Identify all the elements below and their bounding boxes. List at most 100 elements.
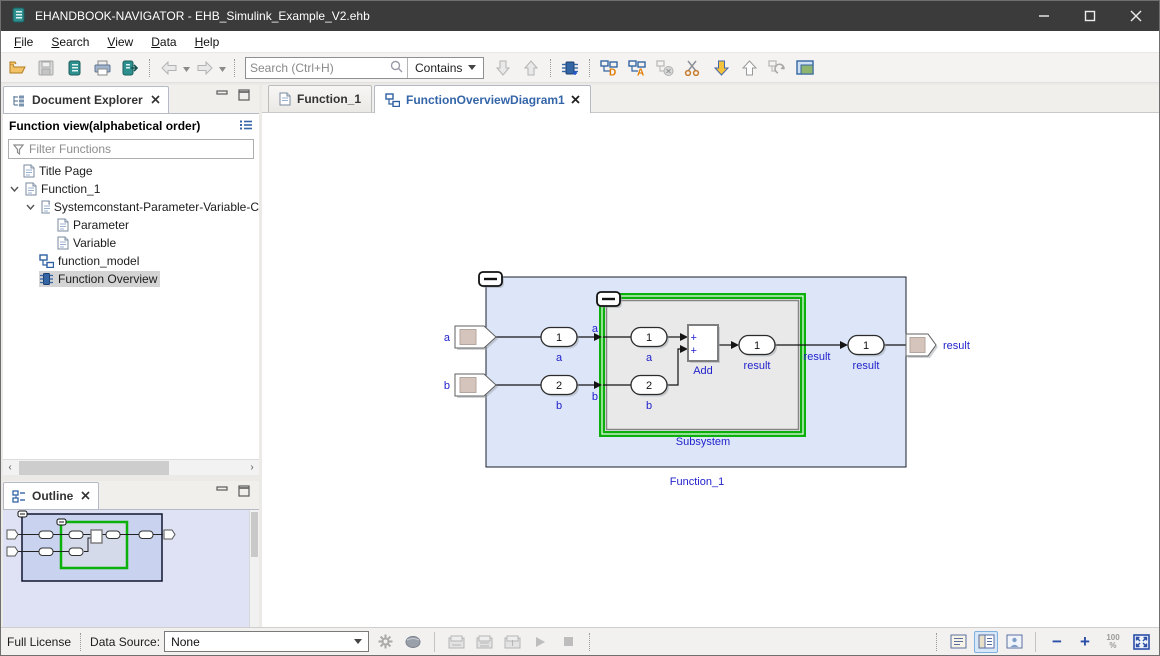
split-view-button[interactable]	[974, 631, 998, 653]
collapse-subsystem-button[interactable]	[597, 292, 622, 308]
filter-functions-input[interactable]	[29, 142, 249, 156]
menu-search[interactable]: Search	[42, 33, 98, 51]
scrollbar-thumb[interactable]	[19, 461, 169, 475]
export-handbook-button[interactable]	[117, 56, 143, 80]
diagram-canvas[interactable]: + + 1 2 1 2 1 1 a b a b a b	[262, 113, 1159, 627]
tree-item-function-overview[interactable]: Function Overview	[3, 270, 259, 288]
label-input-b: b	[444, 380, 450, 392]
find-next-button[interactable]	[490, 56, 516, 80]
back-history-caret[interactable]	[183, 61, 190, 75]
expand-model-button[interactable]	[557, 56, 583, 80]
search-mode-dropdown[interactable]: Contains	[408, 61, 483, 75]
close-icon[interactable]	[81, 489, 90, 503]
close-icon[interactable]	[571, 93, 580, 107]
port-number: 1	[646, 332, 652, 344]
maximize-button[interactable]	[1067, 1, 1113, 31]
tree-item-function-model[interactable]: function_model	[3, 252, 259, 270]
tab-document-explorer[interactable]: Document Explorer	[3, 86, 169, 113]
tree-item-label: Function Overview	[58, 272, 157, 286]
document-icon	[279, 92, 291, 106]
maximize-view-icon[interactable]	[237, 89, 251, 104]
filter-icon	[13, 144, 24, 155]
editor-tabbar: Function_1 FunctionOverviewDiagram1	[262, 85, 1159, 113]
view-menu-icon[interactable]	[239, 119, 253, 134]
menu-help[interactable]: Help	[186, 33, 229, 51]
status-separator	[936, 633, 937, 651]
diagram-disabled-button[interactable]	[652, 56, 678, 80]
data-source-dropdown[interactable]: None	[164, 631, 369, 652]
scroll-right-icon[interactable]: ›	[245, 460, 259, 476]
menu-data[interactable]: Data	[142, 33, 185, 51]
minimize-view-icon[interactable]	[215, 89, 229, 104]
collapse-chevron-icon[interactable]	[23, 204, 37, 210]
zoom-100-button[interactable]: 100%	[1101, 631, 1125, 653]
show-diagram-a-button[interactable]: A	[624, 56, 650, 80]
collapse-chevron-icon[interactable]	[7, 186, 21, 192]
close-button[interactable]	[1113, 1, 1159, 31]
outline-thumbnail	[3, 510, 248, 625]
add-block[interactable]: + +	[688, 325, 720, 363]
open-handbook-button[interactable]	[61, 56, 87, 80]
step-out-button[interactable]	[736, 56, 762, 80]
forward-history-caret[interactable]	[219, 61, 226, 75]
scrollbar-thumb[interactable]	[251, 512, 258, 557]
tree-item-label: Parameter	[73, 218, 129, 232]
step-into-button[interactable]	[708, 56, 734, 80]
data-source-value: None	[171, 635, 354, 649]
close-icon[interactable]	[151, 93, 160, 107]
label-output-result: result	[943, 340, 970, 352]
label-function-1: Function_1	[670, 476, 724, 488]
outline-vertical-scrollbar[interactable]	[249, 510, 259, 627]
open-file-button[interactable]	[5, 56, 31, 80]
minimize-button[interactable]	[1021, 1, 1067, 31]
outline-minimap[interactable]	[3, 509, 259, 627]
fit-to-window-button[interactable]	[1129, 631, 1153, 653]
find-previous-button[interactable]	[518, 56, 544, 80]
zoom-out-button[interactable]: −	[1045, 631, 1069, 653]
minimize-view-icon[interactable]	[215, 485, 229, 500]
cut-diagram-button[interactable]	[680, 56, 706, 80]
tree-item-label: Title Page	[39, 164, 93, 178]
data-source-settings-button[interactable]	[373, 631, 397, 653]
scroll-left-icon[interactable]: ‹	[3, 460, 17, 476]
experiment-view-button[interactable]	[500, 631, 524, 653]
workspace: Document Explorer Function view(alphabet…	[1, 83, 1159, 627]
data-source-globe-icon[interactable]	[401, 631, 425, 653]
port-number: 1	[754, 340, 760, 352]
status-separator	[589, 633, 590, 651]
stop-button[interactable]	[556, 631, 580, 653]
tree-item-function-1[interactable]: Function_1	[3, 180, 259, 198]
tab-label: Document Explorer	[32, 93, 143, 107]
presenter-view-button[interactable]	[1002, 631, 1026, 653]
outport-result-block[interactable]	[906, 334, 938, 358]
tree-item-parameter[interactable]: Parameter	[3, 216, 259, 234]
left-panel-column: Document Explorer Function view(alphabet…	[3, 85, 259, 627]
menu-view[interactable]: View	[98, 33, 142, 51]
window-title: EHANDBOOK-NAVIGATOR - EHB_Simulink_Examp…	[35, 9, 370, 23]
zoom-in-button[interactable]: +	[1073, 631, 1097, 653]
show-diagram-d-button[interactable]: D	[596, 56, 622, 80]
add-plus-bottom: +	[691, 345, 697, 357]
tab-function-1[interactable]: Function_1	[268, 85, 372, 112]
save-button[interactable]	[33, 56, 59, 80]
tab-function-overview-diagram[interactable]: FunctionOverviewDiagram1	[374, 85, 591, 113]
reset-diagram-button[interactable]	[764, 56, 790, 80]
measure-view-button[interactable]	[444, 631, 468, 653]
svg-text:A: A	[637, 67, 644, 76]
collapse-function-button[interactable]	[479, 272, 504, 288]
calibrate-view-button[interactable]	[472, 631, 496, 653]
tree-horizontal-scrollbar[interactable]: ‹ ›	[3, 459, 259, 475]
tree-item-variable[interactable]: Variable	[3, 234, 259, 252]
tree-item-systemconstant[interactable]: Systemconstant-Parameter-Variable-C	[3, 198, 259, 216]
maximize-view-icon[interactable]	[237, 485, 251, 500]
open-in-window-button[interactable]	[792, 56, 818, 80]
search-input[interactable]	[246, 59, 386, 77]
single-page-view-button[interactable]	[946, 631, 970, 653]
menu-file[interactable]: File	[5, 33, 42, 51]
start-button[interactable]	[528, 631, 552, 653]
tab-outline[interactable]: Outline	[3, 482, 99, 509]
print-button[interactable]	[89, 56, 115, 80]
back-button[interactable]	[156, 56, 182, 80]
tree-item-title-page[interactable]: Title Page	[3, 162, 259, 180]
forward-button[interactable]	[192, 56, 218, 80]
